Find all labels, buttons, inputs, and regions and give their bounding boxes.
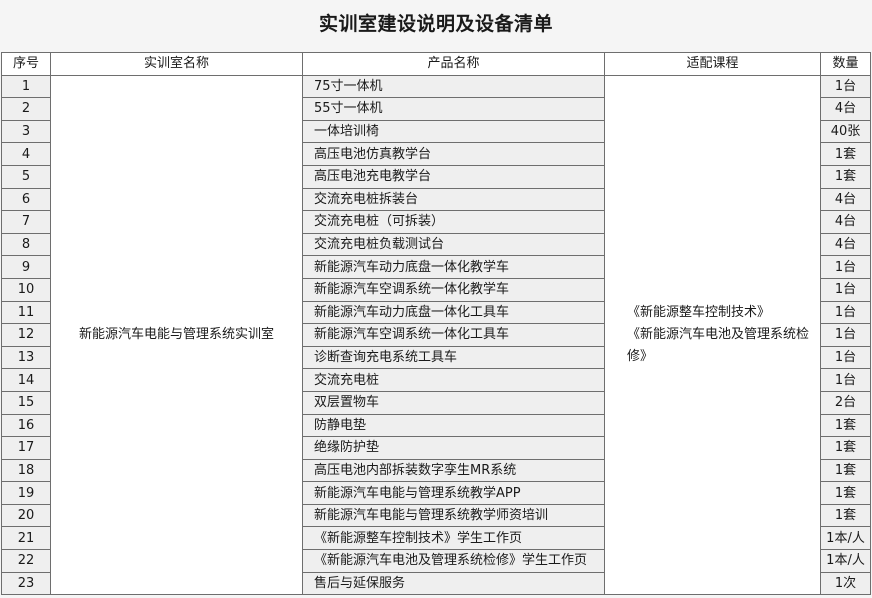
product-name-cell: 诊断查询充电系统工具车 — [302, 345, 605, 370]
header-quantity: 数量 — [820, 52, 871, 76]
quantity-cell: 1次 — [820, 571, 871, 596]
row-index: 17 — [1, 436, 51, 460]
quantity-cell: 1套 — [820, 503, 871, 528]
row-index: 23 — [1, 571, 51, 596]
row-index: 1 — [1, 74, 51, 99]
row-index: 6 — [1, 187, 51, 212]
header-room-name: 实训室名称 — [50, 52, 303, 76]
product-name-cell: 新能源汽车电能与管理系统教学师资培训 — [302, 503, 605, 528]
product-name-cell: 75寸一体机 — [302, 74, 605, 99]
row-index: 20 — [1, 503, 51, 528]
row-index: 18 — [1, 458, 51, 483]
page: 实训室建设说明及设备清单 序号 实训室名称 产品名称 适配课程 数量 1 新能源汽… — [0, 0, 872, 598]
header-product-name: 产品名称 — [302, 52, 605, 76]
product-name-cell: 一体培训椅 — [302, 119, 605, 144]
product-name-cell: 新能源汽车动力底盘一体化工具车 — [302, 300, 605, 325]
row-index: 22 — [1, 549, 51, 573]
product-name-cell: 新能源汽车电能与管理系统教学APP — [302, 481, 605, 505]
row-index: 8 — [1, 232, 51, 257]
row-index: 9 — [1, 255, 51, 279]
room-name-cell: 新能源汽车电能与管理系统实训室 — [50, 74, 303, 596]
quantity-cell: 4台 — [820, 97, 871, 121]
quantity-cell: 1套 — [820, 436, 871, 460]
row-index: 7 — [1, 210, 51, 234]
row-index: 15 — [1, 390, 51, 415]
row-index: 5 — [1, 164, 51, 189]
product-name-cell: 《新能源整车控制技术》学生工作页 — [302, 526, 605, 551]
quantity-cell: 1套 — [820, 142, 871, 166]
product-name-cell: 55寸一体机 — [302, 97, 605, 121]
product-name-cell: 售后与延保服务 — [302, 571, 605, 596]
product-name-cell: 交流充电桩负载测试台 — [302, 232, 605, 257]
equipment-table: 序号 实训室名称 产品名称 适配课程 数量 1 新能源汽车电能与管理系统实训室 75… — [1, 52, 871, 596]
row-index: 2 — [1, 97, 51, 121]
header-course: 适配课程 — [604, 52, 821, 76]
product-name-cell: 新能源汽车空调系统一体化工具车 — [302, 323, 605, 347]
quantity-cell: 1台 — [820, 255, 871, 279]
quantity-cell: 1套 — [820, 413, 871, 438]
product-name-cell: 高压电池仿真教学台 — [302, 142, 605, 166]
row-index: 3 — [1, 119, 51, 144]
product-name-cell: 高压电池充电教学台 — [302, 164, 605, 189]
quantity-cell: 1套 — [820, 481, 871, 505]
row-index: 10 — [1, 277, 51, 302]
quantity-cell: 1套 — [820, 458, 871, 483]
row-index: 21 — [1, 526, 51, 551]
product-name-cell: 防静电垫 — [302, 413, 605, 438]
course-title: 《新能源汽车电池及管理系统检修》 — [627, 326, 810, 364]
quantity-cell: 1台 — [820, 277, 871, 302]
header-index: 序号 — [1, 52, 51, 76]
page-title: 实训室建设说明及设备清单 — [318, 13, 553, 35]
row-index: 14 — [1, 368, 51, 392]
course-title: 《新能源整车控制技术》 — [627, 304, 771, 320]
row-index: 13 — [1, 345, 51, 370]
row-index: 12 — [1, 323, 51, 347]
table-body: 1 新能源汽车电能与管理系统实训室 75寸一体机《新能源整车控制技术》《新能源汽车电… — [1, 74, 871, 596]
table-header: 序号 实训室名称 产品名称 适配课程 数量 — [1, 52, 871, 76]
quantity-cell: 1本/人 — [820, 526, 871, 551]
row-index: 19 — [1, 481, 51, 505]
product-name-cell: 交流充电桩 — [302, 368, 605, 392]
quantity-cell: 1本/人 — [820, 549, 871, 573]
product-name-cell: 绝缘防护垫 — [302, 436, 605, 460]
table-row: 1 新能源汽车电能与管理系统实训室 75寸一体机《新能源整车控制技术》《新能源汽车电… — [1, 74, 871, 596]
product-name-cell: 双层置物车 — [302, 390, 605, 415]
row-index: 16 — [1, 413, 51, 438]
quantity-cell: 1台 — [820, 323, 871, 347]
product-name-cell: 《新能源汽车电池及管理系统检修》学生工作页 — [302, 549, 605, 573]
quantity-cell: 2台 — [820, 390, 871, 415]
quantity-cell: 1台 — [820, 368, 871, 392]
product-name-cell: 交流充电桩（可拆装） — [302, 210, 605, 234]
quantity-cell: 1套 — [820, 164, 871, 189]
product-name-cell: 新能源汽车空调系统一体化教学车 — [302, 277, 605, 302]
quantity-cell: 40张 — [820, 119, 871, 144]
quantity-cell: 4台 — [820, 210, 871, 234]
product-name-cell: 交流充电桩拆装台 — [302, 187, 605, 212]
row-index: 11 — [1, 300, 51, 325]
row-index: 4 — [1, 142, 51, 166]
quantity-cell: 1台 — [820, 300, 871, 325]
quantity-cell: 1台 — [820, 345, 871, 370]
course-cell: 《新能源整车控制技术》《新能源汽车电池及管理系统检修》 — [604, 74, 821, 596]
product-name-cell: 高压电池内部拆装数字孪生MR系统 — [302, 458, 605, 483]
table-header-row: 序号 实训室名称 产品名称 适配课程 数量 — [1, 52, 871, 76]
product-name-cell: 新能源汽车动力底盘一体化教学车 — [302, 255, 605, 279]
quantity-cell: 1台 — [820, 74, 871, 99]
quantity-cell: 4台 — [820, 232, 871, 257]
quantity-cell: 4台 — [820, 187, 871, 212]
